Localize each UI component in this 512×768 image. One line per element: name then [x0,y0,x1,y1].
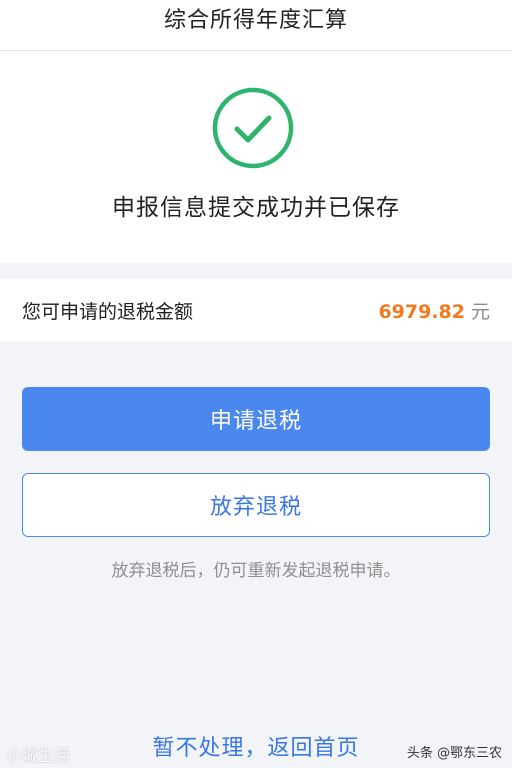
apply-refund-button[interactable]: 申请退税 [22,387,490,451]
check-circle-icon [212,87,294,169]
watermark-right: 头条 @鄂东三农 [406,746,502,761]
top-bar: 综合所得年度汇算 [0,0,512,51]
refund-amount: 6979.82 [378,300,465,323]
refund-unit: 元 [470,300,490,323]
refund-value: 6979.82 元 [378,297,490,324]
page-title: 综合所得年度汇算 [163,8,348,33]
refund-label: 您可申请的退税金额 [22,300,194,323]
watermark-left: 小城生活 [6,746,71,765]
abandon-hint: 放弃退税后，仍可重新发起退税申请。 [111,561,401,581]
success-message: 申报信息提交成功并已保存 [112,195,400,221]
refund-amount-row: 您可申请的退税金额 6979.82 元 [0,279,512,341]
abandon-refund-button[interactable]: 放弃退税 [22,473,490,537]
success-panel: 申报信息提交成功并已保存 [0,51,512,263]
